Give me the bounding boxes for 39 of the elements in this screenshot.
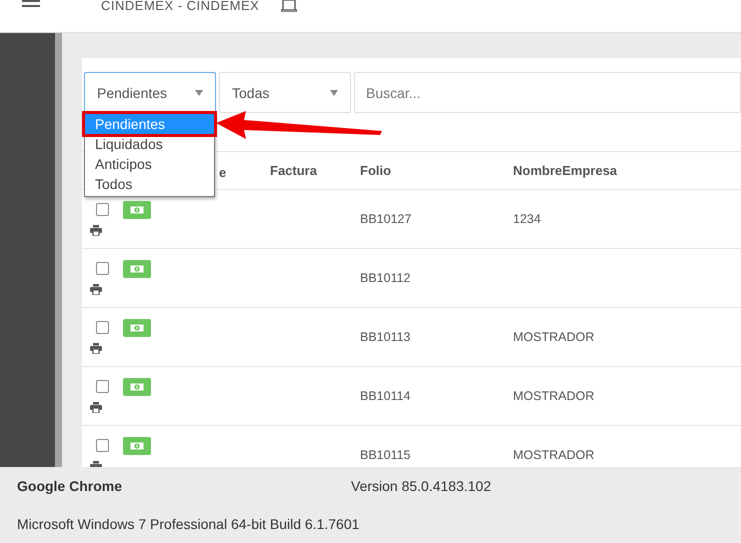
table-cell-text: MOSTRADOR (513, 330, 596, 344)
row-checkbox[interactable] (96, 262, 109, 275)
app-title: CINDEMEX - CINDEMEX (101, 0, 260, 12)
table-cell-text: MOSTRADOR (513, 389, 596, 403)
banknote-icon (130, 265, 144, 273)
dropdown-option[interactable]: Todos (85, 174, 214, 194)
row-checkbox[interactable] (96, 439, 109, 452)
product-name: Google Chrome (17, 478, 124, 494)
dropdown-option[interactable]: Anticipos (85, 154, 214, 174)
caret-icon (330, 90, 338, 96)
cash-button[interactable] (123, 437, 151, 455)
cash-button[interactable] (123, 319, 151, 337)
table-cell-text: BB10114 (360, 389, 412, 403)
table-cell-text: BB10113 (360, 330, 412, 344)
row-checkbox[interactable] (96, 321, 109, 334)
cash-button[interactable] (123, 260, 151, 278)
type-select[interactable]: Todas (219, 72, 351, 113)
row-checkbox[interactable] (96, 203, 109, 216)
column-header: NombreEmpresa (513, 163, 618, 178)
cash-button[interactable] (123, 378, 151, 396)
table-cell-text: BB10115 (360, 448, 412, 462)
column-header: Factura (270, 163, 317, 178)
table-cell-text: 1234 (513, 212, 542, 226)
column-header: Folio (360, 163, 392, 178)
table-cell-text: MOSTRADOR (513, 448, 596, 462)
banknote-icon (130, 383, 144, 391)
table-cell-text: BB10127 (360, 212, 412, 226)
os-text: Microsoft Windows 7 Professional 64-bit Build 6.1.7601 (17, 516, 360, 532)
cash-button[interactable] (123, 201, 151, 219)
row-checkbox[interactable] (96, 380, 109, 393)
banknote-icon (130, 206, 144, 214)
version-text: Version 85.0.4183.102 (351, 478, 492, 494)
search-field[interactable]: Buscar... (354, 72, 741, 113)
table-cell-text: BB10112 (360, 271, 412, 285)
banknote-icon (130, 442, 144, 450)
banknote-icon (130, 324, 144, 332)
column-header: e (219, 165, 228, 180)
caret-icon (195, 90, 203, 96)
dropdown-option[interactable]: Liquidados (85, 134, 214, 154)
